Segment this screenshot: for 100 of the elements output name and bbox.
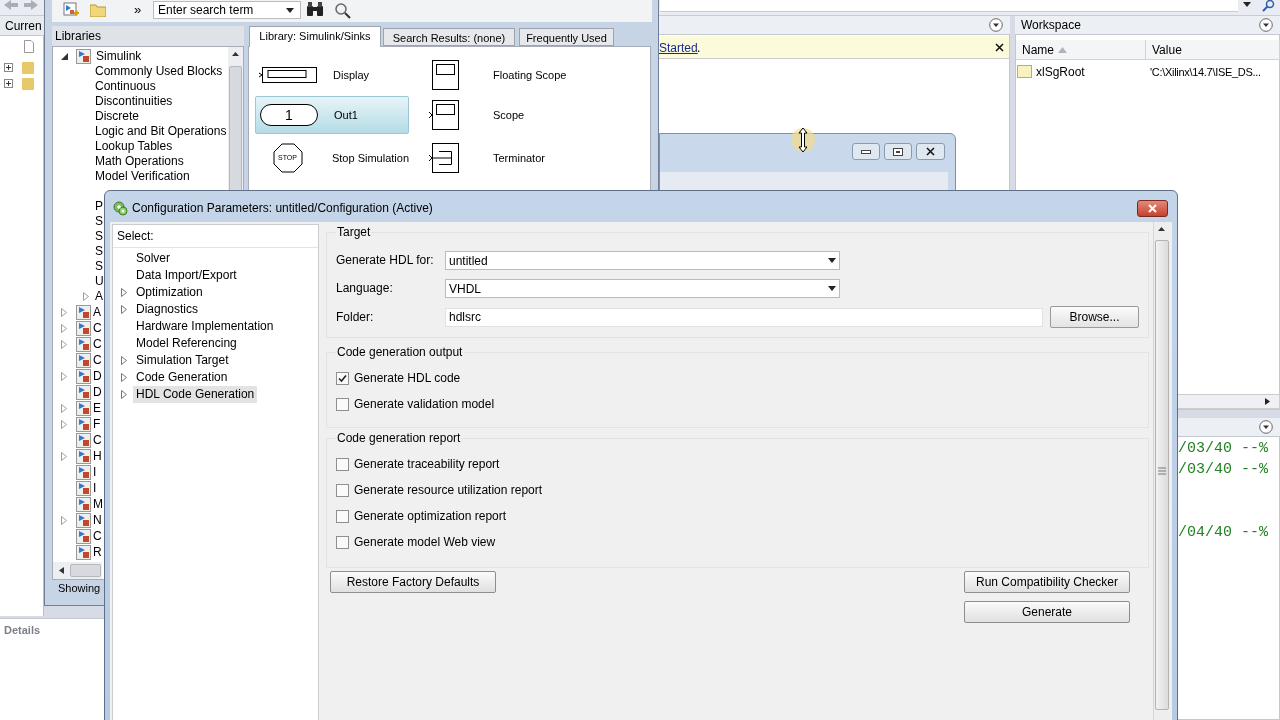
checkbox[interactable] — [336, 398, 349, 411]
tab[interactable]: Search Results: (none) — [383, 28, 515, 46]
search-icon[interactable] — [1262, 0, 1276, 12]
horizontal-scrollbar[interactable] — [53, 562, 102, 579]
close-button[interactable] — [916, 143, 945, 160]
browse-button[interactable]: Browse... — [1050, 306, 1139, 328]
compatibility-checker-button[interactable]: Run Compatibility Checker — [964, 571, 1130, 593]
tree-item[interactable]: R — [93, 545, 102, 560]
library-block[interactable]: Floating Scope — [425, 56, 595, 94]
scroll-up-icon[interactable] — [232, 52, 239, 56]
library-block[interactable]: Scope — [425, 96, 595, 134]
tree-item[interactable]: D — [93, 369, 102, 384]
scroll-up-icon[interactable] — [1158, 227, 1165, 231]
library-icon — [76, 369, 91, 384]
tree-item[interactable]: U — [95, 274, 104, 289]
column-header[interactable]: Name — [1016, 40, 1146, 60]
minimize-button[interactable] — [852, 143, 880, 160]
tree-item[interactable]: Discrete — [95, 109, 139, 124]
generate-button[interactable]: Generate — [964, 601, 1130, 623]
panel-tab[interactable]: Curren — [5, 19, 42, 33]
started-link[interactable]: Started — [659, 41, 698, 55]
toolbar-overflow-button[interactable]: » — [134, 2, 142, 18]
column-header[interactable]: Value — [1146, 40, 1280, 60]
tab[interactable]: Frequently Used — [519, 28, 614, 46]
checkbox[interactable] — [336, 510, 349, 523]
address-field[interactable] — [660, 0, 1238, 12]
tree-item[interactable]: Solver — [133, 250, 173, 267]
library-icon — [76, 465, 91, 480]
library-block[interactable]: Terminator — [425, 139, 595, 177]
tree-item[interactable]: Math Operations — [95, 154, 184, 169]
dropdown-arrow-icon[interactable] — [828, 286, 836, 291]
tree-item[interactable]: Optimization — [133, 284, 206, 301]
tree-item[interactable]: I — [93, 465, 97, 480]
tree-item[interactable]: C — [93, 433, 102, 448]
tree-item[interactable]: C — [93, 529, 102, 544]
tree-item[interactable]: I — [93, 481, 97, 496]
restore-defaults-button[interactable]: Restore Factory Defaults — [330, 571, 496, 593]
tree-item[interactable]: C — [93, 321, 102, 336]
panel-menu-icon[interactable] — [1259, 18, 1273, 32]
tree-item[interactable]: Model Verification — [95, 169, 190, 184]
expand-icon[interactable] — [4, 63, 13, 72]
horizontal-scrollbar[interactable] — [1177, 394, 1280, 409]
dropdown[interactable]: untitled — [445, 251, 840, 270]
close-button[interactable] — [1137, 200, 1168, 217]
tree-item[interactable]: C — [93, 353, 102, 368]
checkbox[interactable] — [336, 372, 349, 385]
tree-item[interactable]: D — [93, 385, 102, 400]
maximize-button[interactable] — [884, 143, 912, 160]
tree-item[interactable]: S — [95, 259, 103, 274]
dropdown[interactable]: VHDL — [445, 279, 840, 298]
tree-item[interactable]: Code Generation — [133, 369, 231, 386]
tree-item[interactable]: H — [93, 449, 102, 464]
tree-item[interactable]: Hardware Implementation — [133, 318, 277, 335]
dropdown-arrow-icon[interactable] — [1243, 2, 1251, 7]
checkbox[interactable] — [336, 484, 349, 497]
tree-item[interactable]: Logic and Bit Operations — [95, 124, 227, 139]
dropdown-arrow-icon[interactable] — [286, 7, 294, 13]
tree-item[interactable]: C — [93, 337, 102, 352]
tree-item[interactable]: Data Import/Export — [133, 267, 240, 284]
close-icon[interactable] — [995, 43, 1004, 52]
binoculars-icon[interactable] — [306, 2, 324, 17]
tree-item[interactable]: S — [95, 229, 103, 244]
library-block[interactable]: 1 Out1 — [255, 96, 409, 134]
tree-item[interactable]: Discontinuities — [95, 94, 173, 109]
tree-item[interactable]: A — [95, 289, 103, 304]
dropdown-arrow-icon[interactable] — [828, 258, 836, 263]
scrollbar-grip-icon — [1158, 467, 1166, 475]
tree-item[interactable]: Simulation Target — [133, 352, 232, 369]
checkbox[interactable] — [336, 536, 349, 549]
panel-menu-icon[interactable] — [1259, 420, 1273, 434]
tree-item[interactable]: S — [95, 214, 103, 229]
tree-item[interactable]: N — [93, 513, 102, 528]
tree-item[interactable]: A — [93, 305, 101, 320]
input-field[interactable]: hdlsrc — [445, 308, 1043, 327]
tree-item[interactable]: E — [93, 401, 101, 416]
scrollbar-thumb[interactable] — [1155, 240, 1169, 710]
tree-item[interactable]: Lookup Tables — [95, 139, 173, 154]
close-icon — [926, 147, 935, 156]
scroll-right-icon[interactable] — [1265, 398, 1270, 405]
tree-item[interactable]: P — [95, 199, 103, 214]
checkbox[interactable] — [336, 458, 349, 471]
tree-item[interactable]: Model Referencing — [133, 335, 240, 352]
library-block[interactable]: Display — [255, 56, 409, 94]
checkbox-label: Generate optimization report — [354, 509, 507, 524]
tree-item[interactable]: Commonly Used Blocks — [95, 64, 223, 79]
tree-item[interactable]: Continuous — [95, 79, 156, 94]
tree-item[interactable]: M — [93, 497, 103, 512]
tree-item[interactable]: S — [95, 244, 103, 259]
tree-item[interactable]: HDL Code Generation — [133, 386, 258, 403]
collapse-icon[interactable] — [61, 53, 68, 60]
panel-menu-icon[interactable] — [989, 18, 1003, 32]
tree-item[interactable]: Simulink — [96, 49, 142, 64]
tree-item[interactable]: Diagnostics — [133, 301, 202, 318]
search-icon[interactable] — [334, 2, 352, 19]
expand-icon[interactable] — [4, 79, 13, 88]
new-model-icon[interactable] — [63, 2, 79, 18]
scrollbar-thumb[interactable] — [70, 564, 101, 577]
scroll-left-icon[interactable] — [59, 567, 64, 574]
tree-item[interactable]: F — [93, 417, 101, 432]
tab[interactable]: Library: Simulink/Sinks — [249, 26, 381, 47]
